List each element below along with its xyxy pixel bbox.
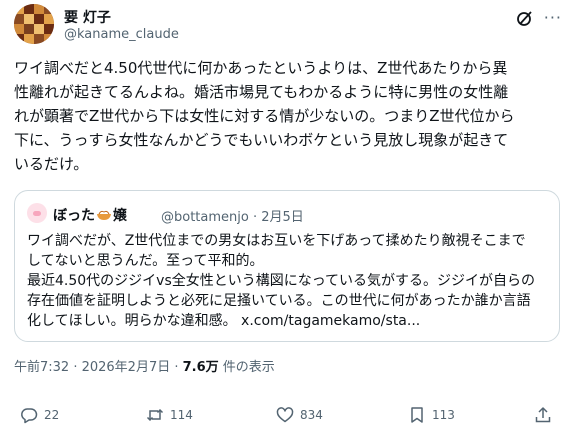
view-label: 件の表示 bbox=[218, 360, 275, 375]
reply-count: 22 bbox=[44, 408, 60, 422]
post-line: いるだけ。 bbox=[14, 155, 89, 173]
author-handle[interactable]: @kaname_claude bbox=[64, 27, 179, 42]
quoted-name-part: ぼった bbox=[53, 208, 95, 224]
post-header: 要 灯子 @kaname_claude ··· bbox=[14, 4, 562, 44]
quoted-name-part: 嬢 bbox=[113, 208, 127, 224]
quoted-meta: @bottamenjo · 2月5日 bbox=[161, 210, 304, 225]
quoted-post[interactable]: ぼった 嬢 @bottamenjo · 2月5日 ワイ調べだが、Z世代位までの男… bbox=[14, 190, 560, 342]
quoted-line: 存在価値を証明しようと必死に足掻いている。この世代に何があったか誰か言語 bbox=[27, 293, 531, 309]
action-bar: 22 114 834 113 bbox=[14, 404, 562, 426]
grok-icon[interactable] bbox=[516, 9, 534, 27]
quoted-body: ワイ調べだが、Z世代位までの男女はお互いを下げあって揉めたり敵視そこまで してな… bbox=[27, 231, 551, 331]
bookmark-button[interactable]: 113 bbox=[408, 404, 455, 426]
post-line: 性離れが起きてるんよね。婚活市場見てもわかるように特に男性の女性離 bbox=[14, 83, 509, 101]
post-line: れが顕著でZ世代から下は女性に対する情が少ないの。つまりZ世代位から bbox=[14, 107, 515, 125]
repost-button[interactable]: 114 bbox=[146, 404, 193, 426]
quoted-line: 最近4.50代のジジイvs全女性という構図になっている気がする。ジジイが自らの bbox=[27, 273, 536, 289]
share-icon bbox=[535, 407, 551, 423]
reply-icon bbox=[21, 408, 38, 424]
post-meta: 午前7:32 · 2026年2月7日 · 7.6万 件の表示 bbox=[14, 356, 275, 375]
like-button[interactable]: 834 bbox=[276, 404, 323, 426]
ramen-bowl-icon bbox=[97, 210, 111, 220]
repost-count: 114 bbox=[170, 408, 193, 422]
post-line: 下に、うっすら女性なんかどうでもいいわボケという見放し現象が起きて bbox=[14, 131, 509, 149]
like-icon bbox=[276, 407, 294, 423]
like-count: 834 bbox=[300, 408, 323, 422]
post-body: ワイ調べだと4.50代世代に何かあったというよりは、Z世代あたりから異 性離れが… bbox=[14, 56, 562, 176]
quoted-author-name: ぼった 嬢 bbox=[53, 205, 127, 225]
quoted-line: 化してほしい。明らかな違和感。 x.com/tagamekamo/sta... bbox=[27, 313, 421, 329]
more-icon[interactable]: ··· bbox=[544, 8, 562, 27]
quoted-line: してないと思うんだ。至って平和的。 bbox=[27, 253, 264, 269]
author-name[interactable]: 要 灯子 bbox=[64, 7, 111, 27]
reply-button[interactable]: 22 bbox=[20, 404, 59, 426]
repost-icon bbox=[146, 408, 164, 422]
bookmark-icon bbox=[411, 407, 423, 423]
post-timestamp[interactable]: 午前7:32 · 2026年2月7日 · bbox=[14, 360, 183, 375]
share-button[interactable] bbox=[534, 404, 552, 426]
avatar[interactable] bbox=[14, 4, 54, 44]
view-count: 7.6万 bbox=[182, 360, 219, 375]
quoted-line: ワイ調べだが、Z世代位までの男女はお互いを下げあって揉めたり敵視そこまで bbox=[27, 233, 526, 249]
post-line: ワイ調べだと4.50代世代に何かあったというよりは、Z世代あたりから異 bbox=[14, 59, 508, 77]
quoted-avatar bbox=[27, 203, 47, 223]
bookmark-count: 113 bbox=[432, 408, 455, 422]
